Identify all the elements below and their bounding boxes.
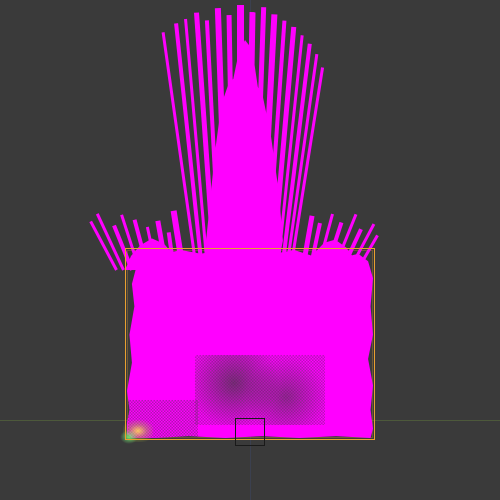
viewport-cursor-icon	[235, 418, 265, 446]
viewport-3d[interactable]	[0, 0, 500, 500]
domain-bounds[interactable]	[125, 248, 375, 440]
